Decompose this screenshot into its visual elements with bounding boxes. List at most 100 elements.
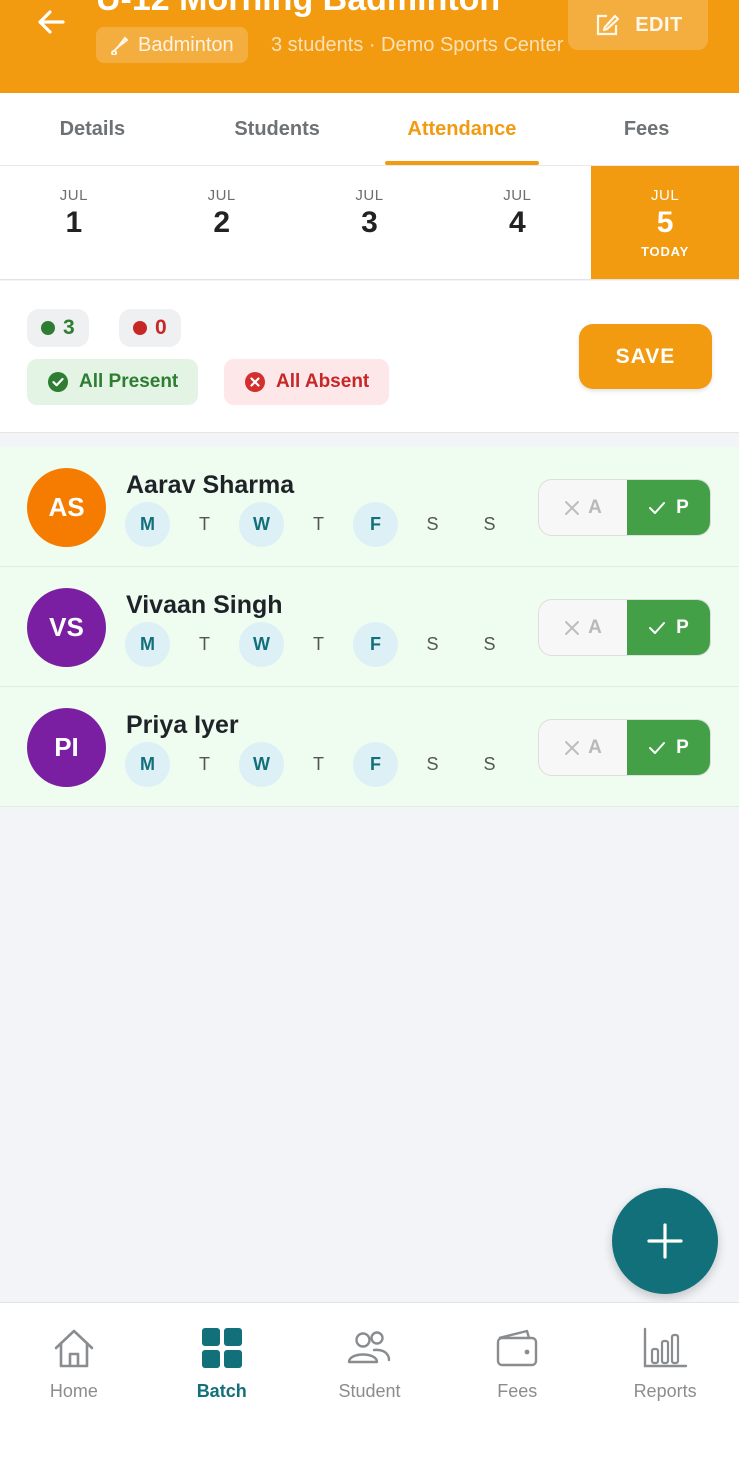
weekday-sun: S <box>483 514 496 534</box>
weekday-thu: T <box>313 754 324 774</box>
batch-tabs: Details Students Attendance Fees <box>0 93 739 166</box>
weekday-tue: T <box>199 634 210 654</box>
all-present-button[interactable]: All Present <box>27 359 199 405</box>
weekday-fri: F <box>353 622 398 667</box>
nav-batch-label: Batch <box>196 1381 247 1401</box>
shuttlecock-icon <box>111 36 129 55</box>
schedule-days: M T W T F S S <box>125 622 512 667</box>
attendance-toggle: A P <box>538 479 711 536</box>
date-item[interactable]: JUL 1 <box>0 166 148 279</box>
all-absent-label: All Absent <box>276 371 370 392</box>
date-day: 3 <box>361 206 378 239</box>
student-name: Aarav Sharma <box>126 471 295 499</box>
mark-absent-button[interactable]: A <box>539 600 627 655</box>
tab-details[interactable]: Details <box>0 93 185 165</box>
weekday-mon: M <box>125 622 170 667</box>
back-arrow-icon <box>38 10 65 34</box>
nav-batch[interactable]: Batch <box>148 1303 296 1480</box>
date-month: JUL <box>503 187 532 204</box>
check-icon <box>649 501 666 514</box>
weekday-thu: T <box>313 634 324 654</box>
weekday-sat: S <box>426 634 439 654</box>
close-icon <box>565 620 580 635</box>
weekday-wed: W <box>239 742 284 787</box>
avatar: PI <box>27 708 106 787</box>
app-header: U-12 Morning Badminton Badminton 3 stude… <box>0 0 739 93</box>
mark-absent-button[interactable]: A <box>539 720 627 775</box>
date-strip: JUL 1 JUL 2 JUL 3 JUL 4 JUL 5 TODAY <box>0 166 739 280</box>
nav-fees[interactable]: Fees <box>443 1303 591 1480</box>
bottom-navigation: Home Batch Student Fees Reports <box>0 1302 739 1480</box>
nav-reports-label: Reports <box>633 1381 697 1401</box>
schedule-days: M T W T F S S <box>125 502 512 547</box>
mark-present-button[interactable]: P <box>627 480 710 535</box>
absent-label: A <box>588 616 602 638</box>
all-present-label: All Present <box>79 371 179 392</box>
absent-dot-icon <box>133 321 147 335</box>
nav-home[interactable]: Home <box>0 1303 148 1480</box>
date-item-today[interactable]: JUL 5 TODAY <box>591 166 739 279</box>
date-day: 4 <box>508 206 526 239</box>
student-attendance-list: AS Aarav Sharma M T W T F S S A P VS Viv… <box>0 447 739 807</box>
absent-label: A <box>588 496 602 518</box>
today-label: TODAY <box>641 244 690 259</box>
absent-label: A <box>588 736 602 758</box>
tab-fees[interactable]: Fees <box>554 93 739 165</box>
date-item[interactable]: JUL 4 <box>443 166 591 279</box>
wallet-icon <box>497 1329 538 1367</box>
grid-icon <box>201 1328 242 1368</box>
weekday-wed: W <box>239 622 284 667</box>
weekday-thu: T <box>313 514 324 534</box>
weekday-sun: S <box>483 634 496 654</box>
mark-absent-button[interactable]: A <box>539 480 627 535</box>
save-button[interactable]: SAVE <box>579 324 712 389</box>
plus-icon <box>647 1223 683 1259</box>
date-month: JUL <box>355 187 384 204</box>
avatar: VS <box>27 588 106 667</box>
check-icon <box>649 741 666 754</box>
add-fab-button[interactable] <box>612 1188 718 1294</box>
present-label: P <box>676 496 689 518</box>
sport-chip: Badminton <box>96 27 248 63</box>
edit-label: EDIT <box>635 13 683 36</box>
nav-home-label: Home <box>49 1381 98 1401</box>
date-item[interactable]: JUL 3 <box>296 166 444 279</box>
date-month: JUL <box>207 187 236 204</box>
avatar: AS <box>27 468 106 547</box>
student-row: VS Vivaan Singh M T W T F S S A P <box>0 567 739 687</box>
absent-count-badge: 0 <box>119 309 181 347</box>
batch-title: U-12 Morning Badminton <box>96 0 500 19</box>
mark-present-button[interactable]: P <box>627 720 710 775</box>
bar-chart-icon <box>643 1327 688 1368</box>
weekday-wed: W <box>239 502 284 547</box>
weekday-fri: F <box>353 742 398 787</box>
weekday-sat: S <box>426 514 439 534</box>
close-icon <box>565 500 580 515</box>
tab-students[interactable]: Students <box>185 93 370 165</box>
nav-fees-label: Fees <box>497 1381 538 1401</box>
date-item[interactable]: JUL 2 <box>148 166 296 279</box>
weekday-sat: S <box>426 754 439 774</box>
attendance-toggle: A P <box>538 599 711 656</box>
sport-label: Badminton <box>138 33 234 56</box>
attendance-summary: 3 0 All Present All Absent SAVE <box>0 281 739 433</box>
student-name: Vivaan Singh <box>126 591 283 619</box>
edit-button[interactable]: EDIT <box>568 0 708 50</box>
batch-meta: 3 students · Demo Sports Center <box>271 34 564 56</box>
nav-student[interactable]: Student <box>296 1303 444 1480</box>
all-absent-button[interactable]: All Absent <box>224 359 390 405</box>
x-circle-icon <box>245 372 265 392</box>
back-button[interactable] <box>28 0 74 44</box>
mark-present-button[interactable]: P <box>627 600 710 655</box>
check-circle-icon <box>48 372 68 392</box>
weekday-mon: M <box>125 742 170 787</box>
weekday-tue: T <box>199 514 210 534</box>
tab-attendance[interactable]: Attendance <box>370 93 555 165</box>
student-row: PI Priya Iyer M T W T F S S A P <box>0 687 739 807</box>
date-month: JUL <box>59 187 88 204</box>
check-icon <box>649 621 666 634</box>
student-name: Priya Iyer <box>126 711 239 739</box>
home-icon <box>54 1329 94 1368</box>
nav-reports[interactable]: Reports <box>591 1303 739 1480</box>
nav-student-label: Student <box>338 1381 401 1401</box>
